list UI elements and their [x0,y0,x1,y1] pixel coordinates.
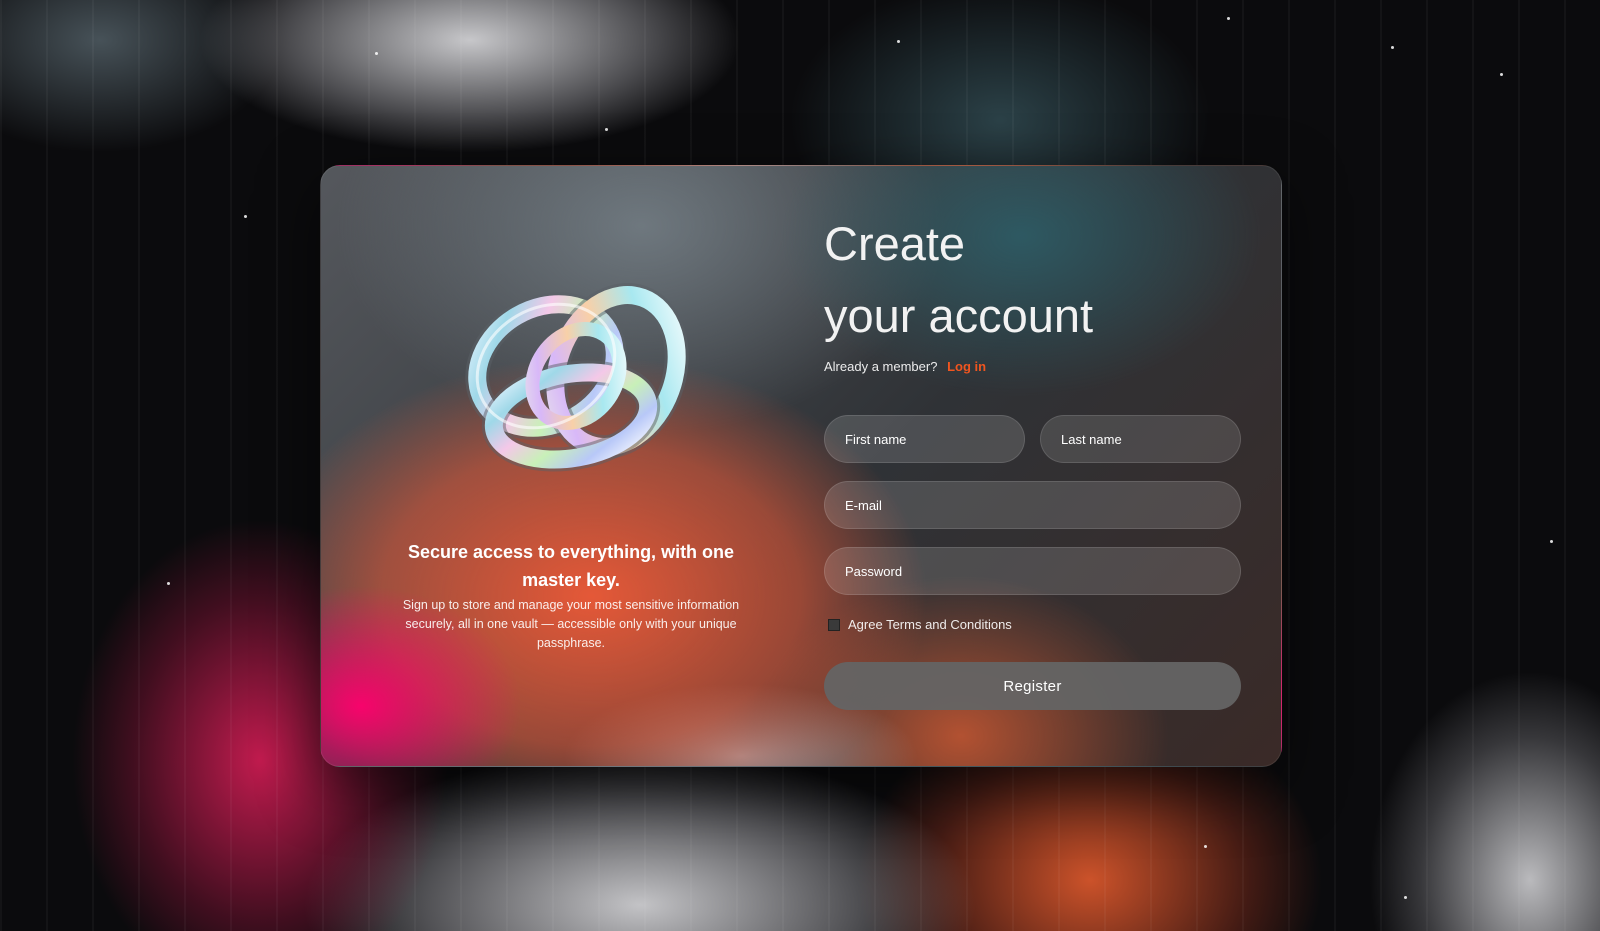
star-dot [1500,73,1503,76]
terms-label: Agree Terms and Conditions [848,617,1012,632]
star-dot [1391,46,1394,49]
tagline-title: Secure access to everything, with one ma… [407,542,735,590]
star-dot [1404,896,1407,899]
star-dot [605,128,608,131]
first-name-field[interactable] [824,415,1025,463]
star-dot [375,52,378,55]
iridescent-knot-icon [465,283,689,472]
star-dot [1550,540,1553,543]
terms-row: Agree Terms and Conditions [828,617,1012,632]
email-field[interactable] [824,481,1241,529]
last-name-field[interactable] [1040,415,1241,463]
signup-card: Secure access to everything, with one ma… [320,165,1282,767]
password-field[interactable] [824,547,1241,595]
star-dot [1227,17,1230,20]
star-dot [897,40,900,43]
register-button[interactable]: Register [824,662,1241,710]
page-title: Create your account [824,208,1093,352]
star-dot [244,215,247,218]
login-link[interactable]: Log in [947,359,986,374]
tagline-body: Sign up to store and manage your most se… [402,598,740,650]
title-line-1: Create [824,217,966,270]
star-dot [1204,845,1207,848]
title-line-2: your account [824,289,1094,342]
star-dot [167,582,170,585]
member-prompt: Already a member? [824,359,938,374]
member-prompt-row: Already a member? Log in [824,359,986,374]
background: Secure access to everything, with one ma… [0,0,1600,931]
terms-checkbox[interactable] [828,618,840,631]
